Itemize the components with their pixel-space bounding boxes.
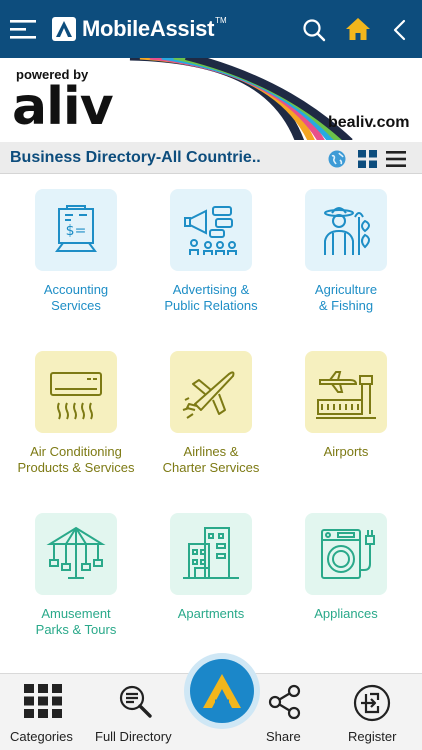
menu-icon[interactable]: [10, 18, 36, 40]
globe-icon[interactable]: [328, 150, 346, 168]
list-view-icon[interactable]: [386, 151, 406, 167]
category-agriculture-fishing[interactable]: Agriculture & Fishing: [276, 189, 416, 314]
grid-view-icon[interactable]: [358, 150, 377, 168]
category-tile[interactable]: $=: [35, 189, 117, 271]
category-tile[interactable]: [305, 351, 387, 433]
category-tile[interactable]: [170, 351, 252, 433]
nav-share[interactable]: Share: [260, 674, 310, 750]
category-advertising[interactable]: Advertising & Public Relations: [141, 189, 281, 314]
brand: MobileAssist TM: [52, 14, 227, 44]
carousel-icon: [46, 526, 106, 579]
air-conditioner-icon: [50, 372, 102, 420]
airport-icon: [316, 371, 376, 419]
nav-full-directory[interactable]: Full Directory: [86, 674, 184, 750]
category-label: Appliances: [314, 606, 378, 621]
airplane-icon: [182, 371, 235, 419]
agriculture-icon: [324, 207, 370, 255]
brand-name: MobileAssist: [82, 16, 215, 41]
home-icon[interactable]: [345, 17, 371, 41]
category-tile[interactable]: [305, 513, 387, 595]
nav-categories-label: Categories: [10, 729, 73, 744]
nav-register[interactable]: Register: [338, 674, 408, 750]
home-center-button[interactable]: [184, 653, 260, 729]
back-icon[interactable]: [392, 19, 406, 41]
category-apartments[interactable]: Apartments: [141, 513, 281, 622]
center-button-inner[interactable]: [190, 659, 254, 723]
category-label: Apartments: [177, 606, 245, 621]
directory-search-icon: [119, 685, 152, 718]
share-icon: [268, 684, 301, 720]
category-tile[interactable]: [170, 189, 252, 271]
register-icon: [353, 684, 391, 722]
category-airports[interactable]: Airports: [276, 351, 416, 460]
sponsor-website[interactable]: bealiv.com: [328, 114, 410, 132]
top-app-bar: MobileAssist TM: [0, 0, 422, 58]
nav-categories[interactable]: Categories: [0, 674, 86, 750]
category-label: Advertising & Public Relations: [164, 282, 258, 313]
search-icon[interactable]: [302, 18, 326, 42]
nav-share-label: Share: [266, 729, 301, 744]
advertising-icon: [184, 206, 237, 255]
category-label: Airlines & Charter Services: [162, 444, 260, 475]
apartment-icon: [183, 527, 239, 579]
category-tile[interactable]: [35, 351, 117, 433]
accounting-icon: $=: [55, 205, 97, 252]
category-airlines-charter[interactable]: Airlines & Charter Services: [141, 351, 281, 476]
category-label: Agriculture & Fishing: [314, 282, 378, 313]
category-accounting-services[interactable]: $= Accounting Services: [6, 189, 146, 314]
page-title: Business Directory-All Countrie..: [10, 149, 261, 166]
trademark-mark: TM: [215, 15, 227, 25]
category-amusement-parks[interactable]: Amusement Parks & Tours: [6, 513, 146, 638]
aliv-logo: aliv: [12, 77, 114, 137]
nav-register-label: Register: [348, 729, 397, 744]
svg-text:$=: $=: [66, 223, 87, 239]
nav-full-directory-label: Full Directory: [95, 729, 172, 744]
washing-machine-icon: [321, 529, 375, 579]
sponsor-banner[interactable]: powered by aliv bealiv.com: [0, 58, 422, 140]
category-label: Air Conditioning Products & Services: [17, 444, 135, 475]
category-label: Airports: [323, 444, 369, 459]
category-tile[interactable]: [35, 513, 117, 595]
category-air-conditioning[interactable]: Air Conditioning Products & Services: [6, 351, 146, 476]
grid-icon: [24, 684, 62, 718]
category-tile[interactable]: [305, 189, 387, 271]
category-label: Amusement Parks & Tours: [35, 606, 117, 637]
directory-title-bar: Business Directory-All Countrie..: [0, 142, 422, 174]
category-appliances[interactable]: Appliances: [276, 513, 416, 622]
category-label: Accounting Services: [43, 282, 109, 313]
app-logo-icon: [203, 674, 241, 708]
category-tile[interactable]: [170, 513, 252, 595]
brand-logo-icon: [52, 17, 76, 41]
